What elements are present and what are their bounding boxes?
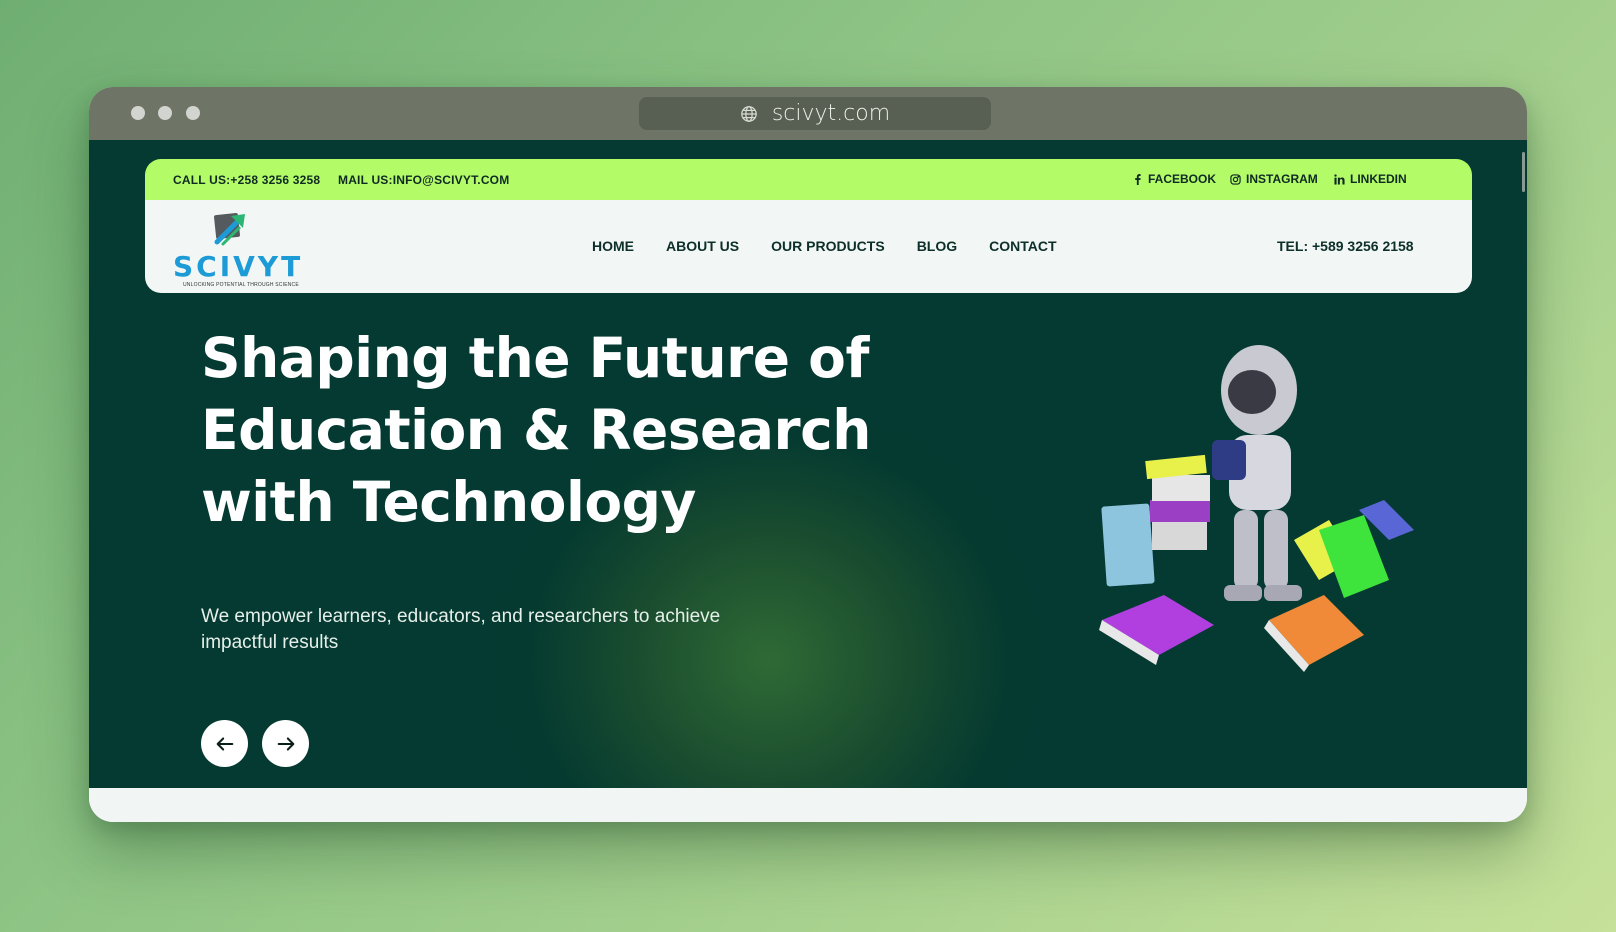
instagram-label: INSTAGRAM — [1246, 172, 1318, 186]
window-close-dot[interactable] — [131, 106, 145, 120]
hero-subtitle: We empower learners, educators, and rese… — [201, 606, 721, 653]
hero-section: CALL US:+258 3256 3258 MAIL US:INFO@SCIV… — [89, 140, 1527, 788]
linkedin-label: LINKEDIN — [1350, 172, 1407, 186]
nav-about-us[interactable]: ABOUT US — [666, 238, 739, 254]
call-us-text: CALL US:+258 3256 3258 — [173, 173, 321, 187]
browser-window: scivyt.com CALL US:+258 3256 3258 MAIL U… — [89, 87, 1527, 822]
linkedin-link[interactable]: LINKEDIN — [1334, 172, 1407, 186]
page-content: CALL US:+258 3256 3258 MAIL US:INFO@SCIV… — [89, 140, 1527, 822]
primary-nav: HOME ABOUT US OUR PRODUCTS BLOG CONTACT — [592, 238, 1057, 254]
slider-next-button[interactable] — [262, 720, 309, 767]
linkedin-icon — [1334, 173, 1345, 185]
globe-icon — [740, 105, 757, 122]
facebook-icon — [1135, 173, 1141, 185]
arrow-left-icon — [216, 736, 233, 751]
mail-us-link[interactable]: MAIL US:INFO@SCIVYT.COM — [338, 173, 509, 187]
address-url: scivyt.com — [771, 101, 891, 126]
logo-tagline: UNLOCKING POTENTIAL THROUGH SCIENCE — [183, 282, 299, 288]
address-bar[interactable]: scivyt.com — [639, 97, 991, 130]
arrow-right-icon — [277, 736, 294, 751]
logo-mark-icon — [214, 213, 245, 246]
facebook-label: FACEBOOK — [1148, 172, 1217, 186]
site-logo[interactable]: SCIVYT UNLOCKING POTENTIAL THROUGH SCIEN… — [173, 208, 300, 288]
hero-title: Shaping the Future of Education & Resear… — [201, 326, 871, 534]
robot-reading-books-illustration — [1099, 345, 1414, 672]
nav-contact[interactable]: CONTACT — [989, 238, 1056, 254]
instagram-icon — [1230, 173, 1241, 185]
slider-prev-button[interactable] — [201, 720, 248, 767]
nav-blog[interactable]: BLOG — [917, 238, 957, 254]
main-navbar: SCIVYT UNLOCKING POTENTIAL THROUGH SCIEN… — [145, 200, 1472, 293]
browser-titlebar: scivyt.com — [89, 87, 1527, 141]
nav-our-products[interactable]: OUR PRODUCTS — [771, 238, 885, 254]
window-minimize-dot[interactable] — [158, 106, 172, 120]
facebook-link[interactable]: FACEBOOK — [1132, 172, 1216, 186]
logo-brand-text: SCIVYT — [173, 250, 304, 283]
instagram-link[interactable]: INSTAGRAM — [1230, 172, 1318, 186]
nav-telephone[interactable]: TEL: +589 3256 2158 — [1277, 238, 1414, 254]
nav-home[interactable]: HOME — [592, 238, 634, 254]
scrollbar[interactable] — [1522, 152, 1525, 192]
contact-topbar: CALL US:+258 3256 3258 MAIL US:INFO@SCIV… — [145, 159, 1472, 200]
window-maximize-dot[interactable] — [186, 106, 200, 120]
